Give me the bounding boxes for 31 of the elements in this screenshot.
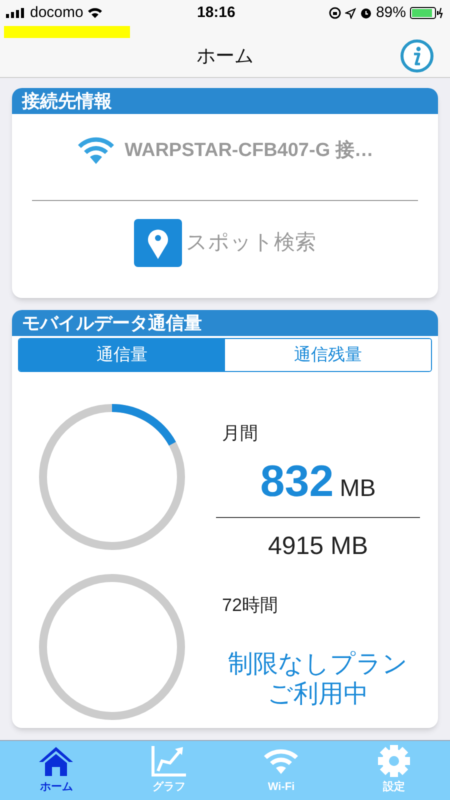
tab-bar-item[interactable]: 設定 — [338, 741, 450, 800]
used-amount: 832 — [260, 456, 334, 508]
alarm-icon — [360, 7, 372, 19]
plan-note: ご利用中 — [268, 678, 368, 708]
used-unit: MB — [340, 474, 376, 504]
usage-tab[interactable]: 通信量 — [19, 339, 225, 371]
page-title: ホーム — [196, 45, 254, 70]
location-icon — [344, 8, 356, 18]
clock-time: 18:16 — [196, 2, 236, 23]
tab-bar-item[interactable]: ホーム — [0, 741, 112, 800]
carrier-name: docomo — [30, 2, 84, 23]
map-pin-icon — [134, 219, 182, 267]
battery-percent: 89% — [376, 2, 406, 23]
battery-icon — [410, 7, 444, 19]
card-title: 接続先情報 — [22, 90, 112, 112]
card-title: モバイルデータ通信量 — [22, 312, 202, 334]
period-label: 月間 — [222, 422, 259, 445]
period-label: 72時間 — [222, 594, 280, 616]
spot-search-button[interactable]: スポット検索 — [134, 219, 316, 267]
plan-note: 制限なしプラン — [228, 648, 408, 678]
info-icon[interactable] — [400, 39, 434, 73]
signal-icon — [6, 8, 26, 18]
wifi-icon — [87, 7, 104, 19]
limit-amount: 4915 MB — [268, 531, 368, 562]
rotation-lock-icon — [328, 7, 341, 19]
tab-bar-item[interactable]: グラフ — [112, 741, 225, 800]
home-icon — [37, 745, 76, 778]
network-name: WARPSTAR-CFB407-G 接… — [124, 138, 374, 163]
tab-bar-item[interactable]: Wi-Fi — [225, 741, 338, 800]
wifi-icon — [76, 136, 115, 166]
chart-icon — [150, 745, 188, 778]
